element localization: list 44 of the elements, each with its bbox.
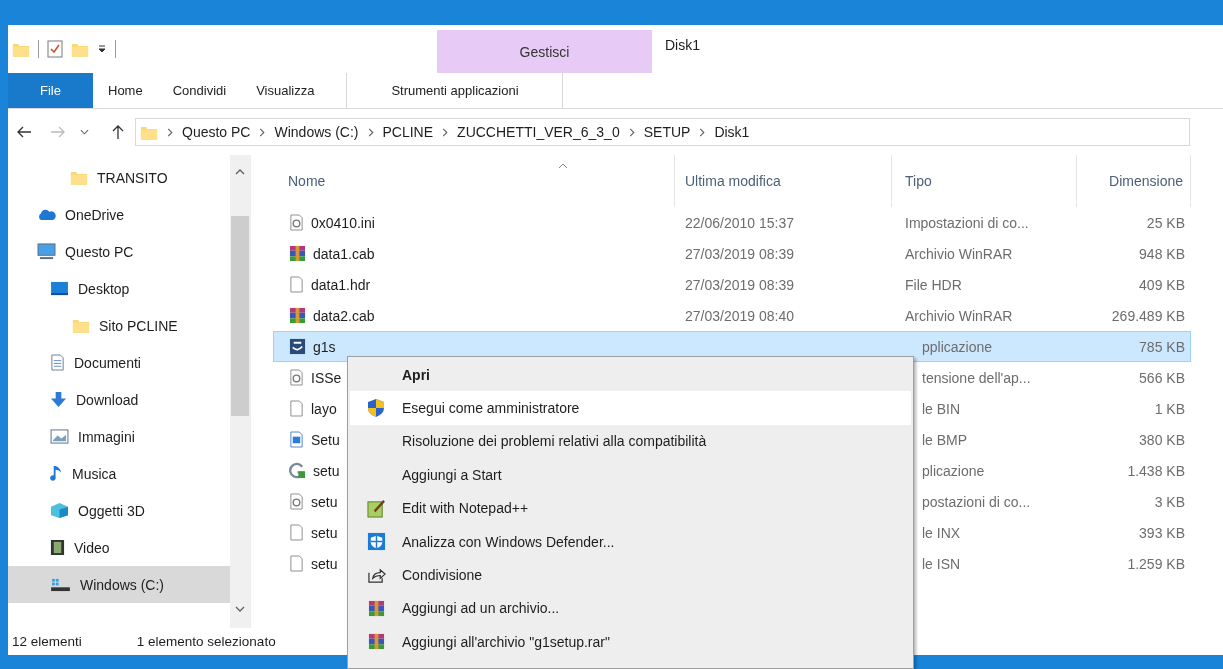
file-size: 25 KB bbox=[1146, 214, 1185, 231]
contextual-tab-group: Gestisci bbox=[437, 30, 652, 73]
file-size: 1.438 KB bbox=[1127, 462, 1185, 479]
file-name: setu bbox=[311, 555, 338, 572]
modified-date: 27/03/2019 08:40 bbox=[685, 307, 794, 324]
file-size: 380 KB bbox=[1139, 431, 1185, 448]
file-type: le INX bbox=[922, 524, 961, 541]
file-name: Setu bbox=[311, 431, 340, 448]
file-type: Archivio WinRAR bbox=[905, 307, 1013, 324]
file-name: data1.cab bbox=[313, 245, 375, 262]
file-type: le BMP bbox=[922, 431, 968, 448]
modified-date: 27/03/2019 08:39 bbox=[685, 276, 794, 293]
file-name: data2.cab bbox=[313, 307, 375, 324]
modified-date: 22/06/2010 15:37 bbox=[685, 214, 794, 231]
window-title: Disk1 bbox=[664, 36, 700, 55]
file-name: setu bbox=[313, 462, 340, 479]
file-size: 785 KB bbox=[1139, 338, 1185, 355]
file-type: postazioni di co... bbox=[922, 493, 1031, 510]
file-size: 409 KB bbox=[1139, 276, 1185, 293]
file-name: setu bbox=[311, 493, 338, 510]
file-type: pplicazione bbox=[922, 338, 993, 355]
item-count: 12 elementi bbox=[12, 634, 82, 649]
file-size: 393 KB bbox=[1139, 524, 1185, 541]
file-name: ISSe bbox=[311, 369, 342, 386]
file-size: 3 KB bbox=[1154, 493, 1185, 510]
file-size: 269.489 KB bbox=[1111, 307, 1185, 324]
file-type: tensione dell'ap... bbox=[922, 369, 1031, 386]
file-name: g1s bbox=[313, 338, 336, 355]
file-type: plicazione bbox=[922, 462, 985, 479]
modified-date: 27/03/2019 08:39 bbox=[685, 245, 794, 262]
file-name: data1.hdr bbox=[311, 276, 371, 293]
file-type: le ISN bbox=[922, 555, 961, 572]
selection-count: 1 elemento selezionato bbox=[136, 634, 276, 649]
file-name: setu bbox=[311, 524, 338, 541]
file-size: 1.259 KB bbox=[1127, 555, 1185, 572]
file-type: le BIN bbox=[922, 400, 961, 417]
file-size: 1 KB bbox=[1154, 400, 1185, 417]
file-type: Archivio WinRAR bbox=[905, 245, 1013, 262]
file-name: layo bbox=[311, 400, 337, 417]
file-size: 948 KB bbox=[1139, 245, 1185, 262]
file-type: Impostazioni di co... bbox=[905, 214, 1029, 231]
file-type: File HDR bbox=[905, 276, 962, 293]
file-name: 0x0410.ini bbox=[311, 214, 375, 231]
file-size: 566 KB bbox=[1139, 369, 1185, 386]
